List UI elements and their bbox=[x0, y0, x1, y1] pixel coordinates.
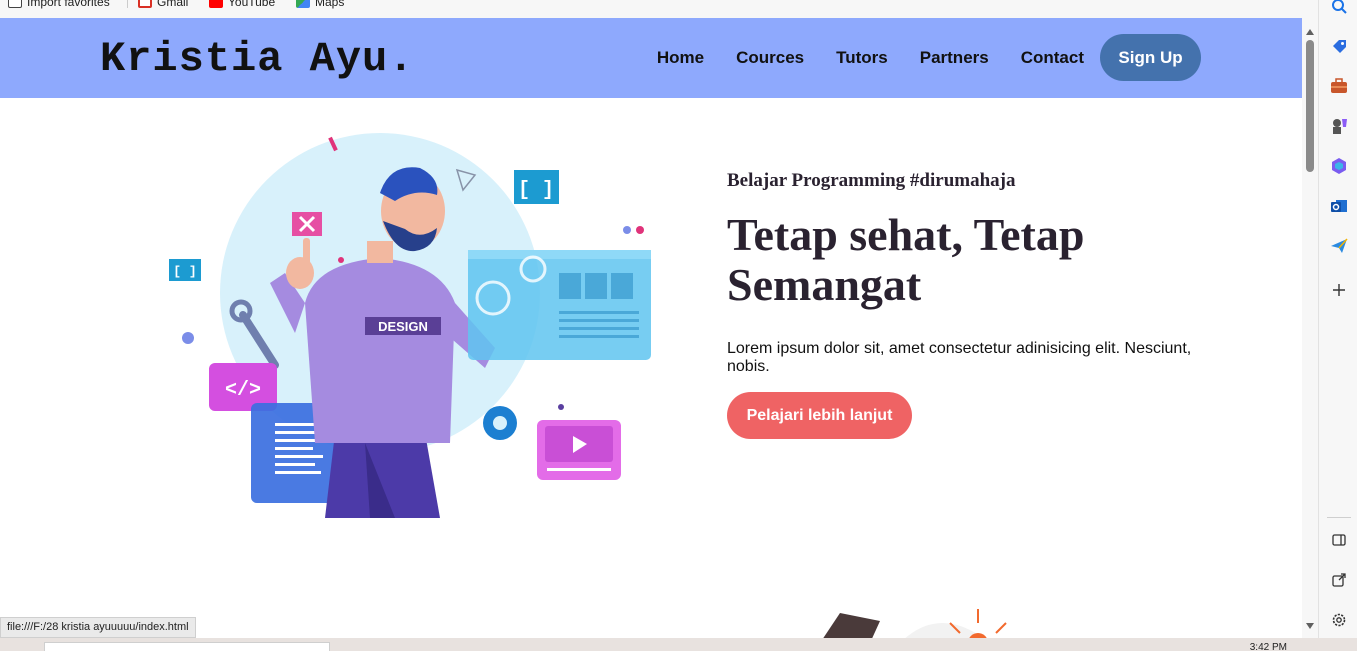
nav-contact-link[interactable]: Contact bbox=[1021, 48, 1084, 68]
os-taskbar: 3:42 PM bbox=[0, 638, 1357, 651]
nav-partners-link[interactable]: Partners bbox=[920, 48, 989, 68]
svg-text:[ ]: [ ] bbox=[518, 179, 554, 202]
hero-headline: Tetap sehat, Tetap Semangat bbox=[727, 209, 1085, 310]
nav-tutors-link[interactable]: Tutors bbox=[836, 48, 888, 68]
favorite-maps[interactable]: Maps bbox=[296, 0, 344, 10]
import-icon bbox=[8, 0, 22, 8]
tag-icon[interactable] bbox=[1329, 36, 1349, 56]
graduation-cap-icon bbox=[823, 613, 880, 638]
split-screen-icon[interactable] bbox=[1329, 530, 1349, 550]
sidebar-divider bbox=[1327, 517, 1351, 518]
site-brand-logo[interactable]: Kristia Ayu. bbox=[100, 35, 414, 83]
favorite-label: Import favorites bbox=[27, 0, 110, 9]
briefcase-icon[interactable] bbox=[1329, 76, 1349, 96]
brackets-icon: [ ] bbox=[514, 170, 559, 204]
outlook-icon[interactable] bbox=[1329, 196, 1349, 216]
favorite-label: Gmail bbox=[157, 0, 189, 9]
scroll-down-arrow-icon[interactable] bbox=[1306, 623, 1314, 629]
hero-lead-text: Lorem ipsum dolor sit, amet consectetur … bbox=[727, 340, 1192, 375]
page-scrollbar[interactable] bbox=[1302, 18, 1318, 638]
svg-text:[ ]: [ ] bbox=[173, 264, 196, 279]
close-icon bbox=[292, 212, 322, 236]
search-icon[interactable] bbox=[1329, 0, 1349, 16]
favorites-bar: Import favorites Gmail YouTube Maps bbox=[0, 0, 1318, 18]
open-external-icon[interactable] bbox=[1329, 570, 1349, 590]
nav-cources-link[interactable]: Cources bbox=[736, 48, 804, 68]
taskbar-clock: 3:42 PM bbox=[1249, 642, 1287, 651]
next-section-illustration bbox=[823, 609, 1007, 638]
youtube-icon bbox=[209, 0, 223, 8]
favorite-label: YouTube bbox=[228, 0, 276, 9]
favorite-youtube[interactable]: YouTube bbox=[209, 0, 275, 10]
hero-illustration: [ ] [ ] </> DESIGN bbox=[169, 133, 651, 518]
decor-dot bbox=[636, 226, 644, 234]
hero-text-block: Belajar Programming #dirumahaja Tetap se… bbox=[727, 170, 1207, 439]
chess-icon[interactable] bbox=[1329, 116, 1349, 136]
video-player-icon bbox=[537, 420, 621, 480]
nav-home-link[interactable]: Home bbox=[657, 48, 704, 68]
browser-sidebar bbox=[1318, 0, 1357, 651]
learn-more-button[interactable]: Pelajari lebih lanjut bbox=[727, 392, 912, 439]
nav-menu: Home Cources Tutors Partners Contact Sig… bbox=[657, 34, 1201, 81]
page-viewport: Kristia Ayu. Home Cources Tutors Partner… bbox=[0, 18, 1302, 638]
maps-icon bbox=[296, 0, 310, 8]
sign-up-button[interactable]: Sign Up bbox=[1100, 34, 1201, 81]
site-navbar: Kristia Ayu. Home Cources Tutors Partner… bbox=[0, 18, 1302, 98]
decor-dot bbox=[623, 226, 631, 234]
send-icon[interactable] bbox=[1329, 236, 1349, 256]
favorite-label: Maps bbox=[315, 0, 345, 9]
decor-dot bbox=[182, 332, 194, 344]
scroll-up-arrow-icon[interactable] bbox=[1306, 29, 1314, 35]
favorite-import[interactable]: Import favorites bbox=[8, 0, 110, 10]
favorite-gmail[interactable]: Gmail bbox=[138, 0, 188, 10]
brackets-icon: [ ] bbox=[169, 259, 201, 281]
decor-dot bbox=[338, 257, 344, 263]
settings-icon[interactable] bbox=[1329, 610, 1349, 630]
favorites-divider bbox=[127, 0, 128, 8]
gear-icon bbox=[483, 406, 517, 440]
design-badge: DESIGN bbox=[378, 319, 428, 334]
svg-text:</>: </> bbox=[225, 379, 261, 402]
hero-eyebrow: Belajar Programming #dirumahaja bbox=[727, 170, 1016, 191]
scrollbar-thumb[interactable] bbox=[1306, 40, 1314, 172]
copilot-icon[interactable] bbox=[1329, 156, 1349, 176]
add-icon[interactable] bbox=[1329, 280, 1349, 300]
taskbar-search-box[interactable] bbox=[44, 642, 330, 651]
status-bar-url: file:///F:/28 kristia ayuuuuu/index.html bbox=[0, 617, 196, 638]
browser-window-panel bbox=[468, 250, 651, 360]
gmail-icon bbox=[138, 0, 152, 8]
decor-dot bbox=[558, 404, 564, 410]
